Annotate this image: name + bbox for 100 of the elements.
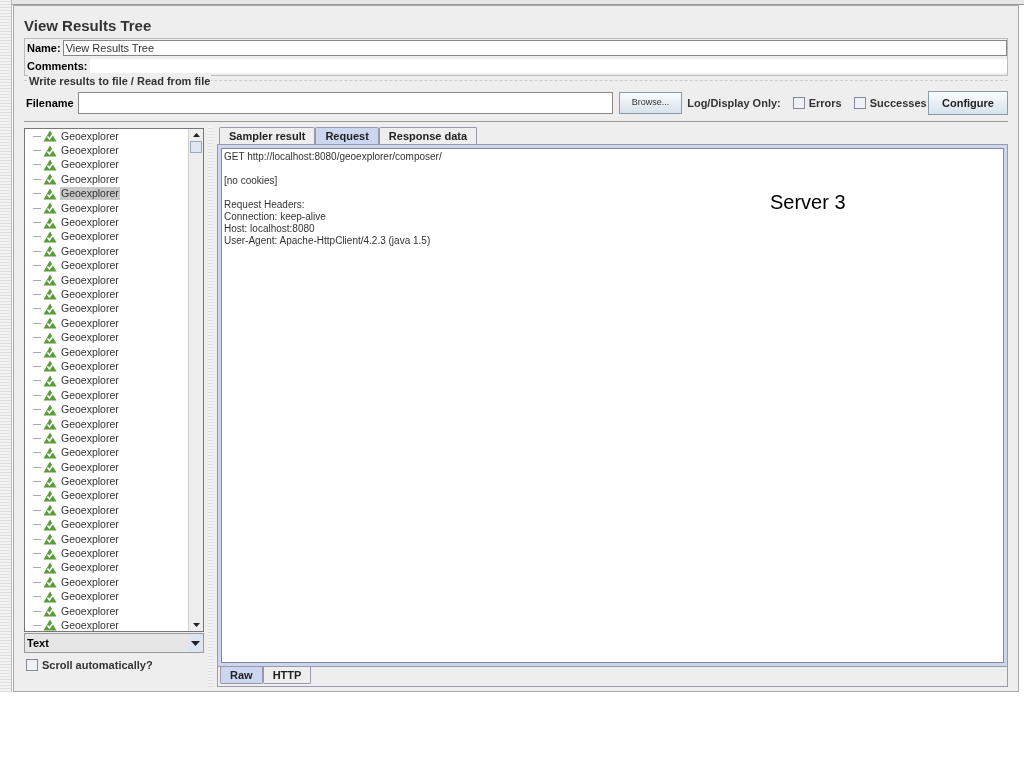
scroll-automatically-label: Scroll automatically? bbox=[42, 657, 153, 673]
tree-item[interactable]: Geoexplorer bbox=[60, 547, 120, 560]
log-display-label: Log/Display Only: bbox=[687, 95, 781, 111]
annotation-text: Server 3 bbox=[770, 190, 846, 215]
filename-field[interactable] bbox=[77, 92, 613, 114]
name-field[interactable]: View Results Tree bbox=[62, 40, 1007, 56]
browse-button[interactable]: Browse... bbox=[618, 92, 683, 114]
splitter-handle[interactable] bbox=[0, 0, 12, 692]
success-triangle-icon bbox=[43, 274, 57, 287]
request-line: Request Headers: bbox=[224, 199, 305, 211]
request-line: User-Agent: Apache-HttpClient/4.2.3 (java 1.5) bbox=[224, 235, 431, 247]
tree-item[interactable]: Geoexplorer bbox=[60, 374, 120, 388]
success-triangle-icon bbox=[43, 561, 57, 574]
tree-item[interactable]: Geoexplorer bbox=[60, 403, 120, 417]
success-triangle-icon bbox=[43, 446, 57, 459]
tree-item[interactable]: Geoexplorer bbox=[60, 417, 120, 431]
filename-label: Filename bbox=[25, 95, 75, 111]
success-triangle-icon bbox=[43, 158, 57, 171]
checkbox[interactable] bbox=[26, 659, 38, 671]
tree-item[interactable]: Geoexplorer bbox=[60, 561, 120, 575]
tree-item[interactable]: Geoexplorer bbox=[60, 590, 120, 604]
tree-item[interactable]: Geoexplorer bbox=[60, 144, 120, 158]
success-triangle-icon bbox=[43, 504, 57, 517]
tree-item[interactable]: Geoexplorer bbox=[60, 201, 120, 215]
success-triangle-icon bbox=[43, 533, 57, 546]
success-triangle-icon bbox=[43, 202, 57, 215]
success-triangle-icon bbox=[43, 475, 57, 488]
renderer-dropdown[interactable]: Text bbox=[24, 633, 204, 653]
tree-item[interactable]: Geoexplorer bbox=[60, 259, 120, 273]
tree-item[interactable]: Geoexplorer bbox=[60, 316, 120, 330]
tree-item[interactable]: Geoexplorer bbox=[60, 475, 120, 489]
comments-label: Comments: bbox=[26, 58, 89, 74]
tree-item[interactable]: Geoexplorer bbox=[60, 460, 120, 474]
tree-item[interactable]: Geoexplorer bbox=[60, 618, 120, 631]
tree-item[interactable]: Geoexplorer bbox=[60, 532, 120, 546]
success-triangle-icon bbox=[43, 230, 57, 243]
request-line: [no cookies] bbox=[224, 175, 278, 187]
tree-item[interactable]: Geoexplorer bbox=[60, 604, 120, 618]
success-triangle-icon bbox=[43, 547, 57, 560]
name-label: Name: bbox=[26, 40, 62, 56]
success-triangle-icon bbox=[43, 590, 57, 603]
success-triangle-icon bbox=[43, 216, 57, 229]
success-triangle-icon bbox=[43, 403, 57, 416]
tree-item[interactable]: Geoexplorer bbox=[60, 503, 120, 517]
checkbox[interactable] bbox=[853, 97, 866, 109]
success-triangle-icon bbox=[43, 346, 57, 359]
checkbox-label: Successes bbox=[869, 95, 927, 111]
tree-item[interactable]: Geoexplorer bbox=[60, 129, 120, 143]
tree-item[interactable]: Geoexplorer bbox=[60, 345, 120, 359]
tab[interactable]: Raw bbox=[220, 667, 263, 684]
success-triangle-icon bbox=[43, 187, 57, 200]
success-triangle-icon bbox=[43, 461, 57, 474]
scrollbar[interactable] bbox=[188, 129, 203, 631]
tree-item[interactable]: Geoexplorer bbox=[60, 172, 120, 186]
tree-item[interactable]: Geoexplorer bbox=[60, 230, 120, 244]
success-triangle-icon bbox=[43, 331, 57, 344]
success-triangle-icon bbox=[43, 288, 57, 301]
tree-item[interactable]: Geoexplorer bbox=[60, 518, 120, 532]
tree-item[interactable]: Geoexplorer bbox=[60, 302, 120, 316]
success-triangle-icon bbox=[43, 489, 57, 502]
tree-item[interactable]: Geoexplorer bbox=[60, 187, 120, 201]
tab[interactable]: Sampler result bbox=[219, 127, 316, 144]
success-triangle-icon bbox=[43, 360, 57, 373]
request-line: Host: localhost:8080 bbox=[224, 223, 315, 235]
panel-title: View Results Tree bbox=[24, 16, 153, 36]
success-triangle-icon bbox=[43, 418, 57, 430]
success-triangle-icon bbox=[43, 245, 57, 258]
success-triangle-icon bbox=[43, 605, 57, 618]
tree-item[interactable]: Geoexplorer bbox=[60, 489, 120, 503]
checkbox[interactable] bbox=[792, 97, 805, 109]
tree-item[interactable]: Geoexplorer bbox=[60, 431, 120, 445]
tree-item[interactable]: Geoexplorer bbox=[60, 216, 120, 230]
tree-item[interactable]: Geoexplorer bbox=[60, 446, 120, 460]
tree-item[interactable]: Geoexplorer bbox=[60, 388, 120, 402]
success-triangle-icon bbox=[43, 389, 57, 402]
tab[interactable]: HTTP bbox=[262, 667, 312, 684]
tree-item[interactable]: Geoexplorer bbox=[60, 331, 120, 345]
checkbox-label: Errors bbox=[808, 95, 842, 111]
success-triangle-icon bbox=[43, 432, 57, 445]
tree-item[interactable]: Geoexplorer bbox=[60, 359, 120, 373]
tab[interactable]: Request bbox=[315, 127, 379, 144]
tree-item[interactable]: Geoexplorer bbox=[60, 244, 120, 258]
success-triangle-icon bbox=[43, 374, 57, 387]
configure-button[interactable]: Configure bbox=[928, 91, 1008, 115]
scroll-thumb[interactable] bbox=[190, 141, 202, 153]
tab[interactable]: Response data bbox=[378, 127, 478, 144]
request-line: Connection: keep-alive bbox=[224, 211, 326, 223]
comments-field[interactable] bbox=[89, 59, 1007, 73]
success-triangle-icon bbox=[43, 144, 57, 157]
tree-item[interactable]: Geoexplorer bbox=[60, 288, 120, 301]
success-triangle-icon bbox=[43, 317, 57, 330]
tree-item[interactable]: Geoexplorer bbox=[60, 158, 120, 172]
success-triangle-icon bbox=[43, 302, 57, 315]
success-triangle-icon bbox=[43, 259, 57, 272]
tree-item[interactable]: Geoexplorer bbox=[60, 575, 120, 589]
request-line: GET http://localhost:8080/geoexplorer/composer/ bbox=[224, 151, 442, 163]
success-triangle-icon bbox=[43, 576, 57, 589]
success-triangle-icon bbox=[43, 173, 57, 186]
tree-item[interactable]: Geoexplorer bbox=[60, 273, 120, 287]
success-triangle-icon bbox=[43, 518, 57, 531]
